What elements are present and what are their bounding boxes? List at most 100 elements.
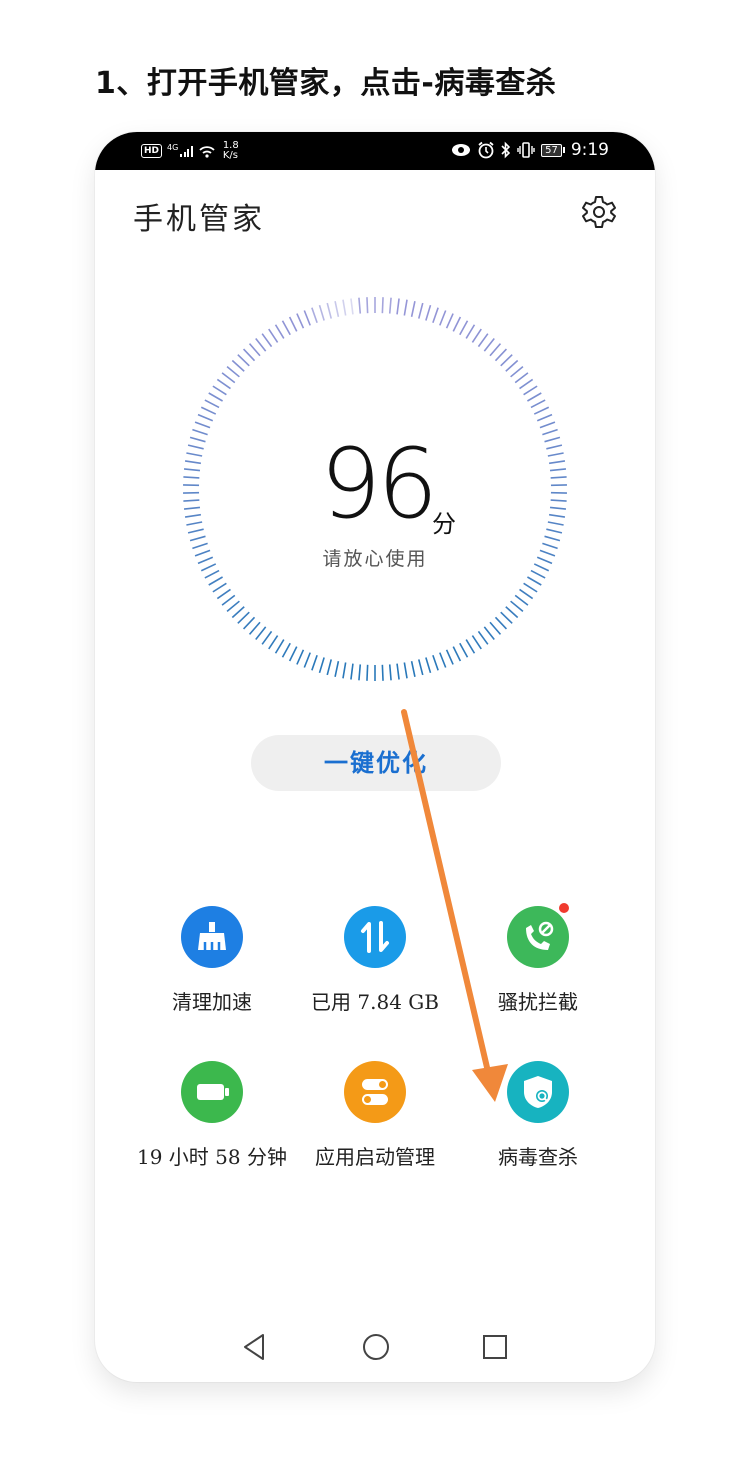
ring-tick [544, 436, 561, 443]
ring-tick [326, 659, 333, 676]
ring-tick [514, 594, 529, 606]
ring-tick [208, 576, 223, 586]
ring-tick [459, 642, 469, 658]
tool-label: 清理加速 [172, 990, 252, 1014]
ring-tick [527, 392, 542, 402]
ring-tick [248, 621, 261, 635]
score-unit: 分 [432, 510, 456, 538]
tool-cleanup[interactable]: 清理加速 [127, 906, 297, 1016]
ring-tick [366, 664, 369, 681]
tool-harassment-block[interactable]: 骚扰拦截 [453, 903, 623, 1016]
ring-tick [500, 354, 513, 367]
ring-tick [216, 588, 231, 600]
tool-label: 骚扰拦截 [498, 990, 578, 1014]
ring-tick [445, 649, 454, 665]
ring-tick [288, 646, 298, 662]
ring-tick [303, 652, 311, 668]
ring-tick [410, 301, 416, 318]
ring-tick [500, 611, 513, 624]
ring-tick [204, 399, 220, 409]
ring-tick [417, 302, 424, 319]
ring-tick [183, 468, 201, 472]
ring-tick [183, 476, 200, 479]
ring-tick [186, 521, 203, 526]
ring-tick [548, 460, 566, 465]
settings-gear-icon[interactable] [581, 194, 617, 230]
alarm-icon [478, 141, 494, 159]
ring-tick [505, 359, 519, 372]
ring-tick [189, 436, 206, 443]
ring-tick [396, 663, 400, 680]
ring-tick [255, 626, 267, 640]
ring-tick [417, 659, 424, 676]
ring-tick [477, 630, 489, 645]
tool-data-usage[interactable]: 已用 7.84 GB [290, 906, 460, 1016]
one-click-optimize-button[interactable]: 一键优化 [251, 735, 501, 791]
tool-app-launch[interactable]: 应用启动管理 [290, 1061, 460, 1171]
ring-tick [530, 399, 546, 409]
ring-tick [550, 476, 567, 479]
ring-tick [183, 499, 200, 502]
broom-icon [181, 906, 243, 968]
ring-tick [381, 297, 384, 314]
ring-tick [536, 413, 553, 422]
ring-tick [358, 297, 362, 314]
tool-virus-scan[interactable]: 病毒查杀 [453, 1061, 623, 1171]
ring-tick [334, 301, 340, 318]
ring-tick [546, 444, 563, 450]
ring-tick [268, 328, 279, 343]
ring-tick [186, 452, 203, 457]
app-title: 手机管家 [133, 202, 265, 237]
tool-label: 已用 7.84 GB [311, 990, 439, 1014]
ring-tick [549, 506, 567, 510]
home-circle-icon[interactable] [361, 1332, 391, 1362]
ring-tick [489, 621, 502, 635]
tool-battery[interactable]: 19 小时 58 分钟 [127, 1061, 297, 1171]
ring-tick [342, 662, 347, 679]
ring-tick [523, 582, 538, 593]
ring-tick [388, 297, 392, 314]
ring-tick [350, 298, 354, 315]
ring-tick [366, 297, 369, 314]
back-triangle-icon[interactable] [241, 1332, 267, 1362]
recents-square-icon[interactable] [481, 1332, 509, 1362]
ring-tick [358, 664, 362, 681]
ring-tick [403, 299, 408, 316]
ring-tick [396, 298, 400, 315]
ring-tick [248, 343, 261, 357]
phone-screen: HD 4G 1.8 K/s 57 9:19 手机管家 96 分 请放心使用 一键… [95, 132, 655, 1382]
score-value: 96 [320, 428, 438, 540]
ring-tick [212, 385, 227, 396]
ring-tick [439, 652, 447, 668]
ring-tick [242, 616, 256, 630]
battery-icon [181, 1061, 243, 1123]
ring-tick [483, 338, 495, 352]
navigation-bar [95, 1332, 655, 1372]
ring-tick [523, 385, 538, 396]
vibrate-icon [517, 142, 535, 158]
ring-tick [184, 513, 202, 518]
ring-tick [465, 639, 476, 654]
ring-tick [539, 421, 556, 429]
tool-label: 19 小时 58 分钟 [137, 1145, 287, 1169]
ring-tick [274, 639, 285, 654]
ring-tick [530, 569, 546, 579]
ring-tick [326, 302, 333, 319]
ring-tick [342, 299, 347, 316]
ring-tick [255, 338, 267, 352]
hd-badge: HD [141, 144, 163, 158]
ring-tick [303, 310, 311, 326]
ring-tick [547, 521, 564, 526]
ring-tick [288, 316, 298, 332]
ring-tick [483, 626, 495, 640]
ring-tick [494, 348, 508, 362]
ring-tick [410, 660, 416, 677]
ring-tick [311, 654, 318, 671]
ring-tick [527, 576, 542, 586]
ring-tick [204, 569, 220, 579]
ring-tick [208, 392, 223, 402]
ring-tick [542, 428, 558, 436]
notification-dot [559, 903, 569, 913]
ring-tick [231, 359, 245, 372]
ring-tick [550, 499, 567, 502]
